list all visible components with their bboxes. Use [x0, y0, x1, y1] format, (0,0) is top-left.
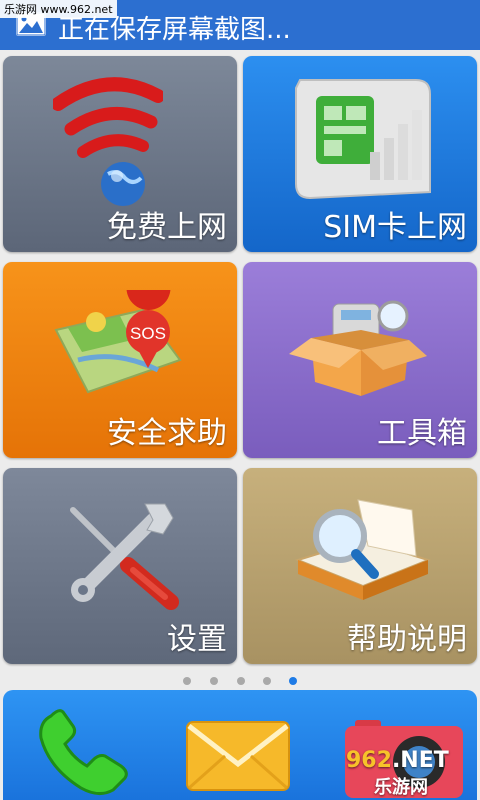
tile-label: SIM卡上网 — [323, 210, 467, 245]
page-dot[interactable] — [210, 677, 218, 685]
tile-label: 工具箱 — [377, 416, 467, 451]
svg-text:SOS: SOS — [130, 324, 166, 343]
tools-icon — [70, 503, 179, 610]
sim-card-icon — [295, 79, 431, 200]
tile-label: 安全求助 — [107, 416, 227, 451]
tile-safety-help[interactable]: SOS 安全求助 — [3, 262, 237, 458]
page-dot[interactable] — [183, 677, 191, 685]
phone-icon[interactable] — [33, 708, 133, 798]
sos-map-icon: SOS — [54, 290, 182, 394]
book-magnifier-icon — [294, 499, 432, 600]
tile-label: 帮助说明 — [347, 622, 467, 657]
tile-settings[interactable]: 设置 — [3, 468, 237, 664]
page-indicator — [0, 674, 480, 688]
watermark-logo: 962.NET 乐游网 — [346, 748, 449, 798]
tile-label: 设置 — [167, 622, 227, 657]
toolbox-icon — [289, 300, 427, 396]
tile-label: 免费上网 — [107, 210, 227, 245]
page-dot[interactable] — [237, 677, 245, 685]
tile-toolbox[interactable]: 工具箱 — [243, 262, 477, 458]
tile-sim-internet[interactable]: SIM卡上网 — [243, 56, 477, 252]
page-dot[interactable] — [263, 677, 271, 685]
tile-help[interactable]: 帮助说明 — [243, 468, 477, 664]
message-icon[interactable] — [183, 718, 293, 794]
watermark: 乐游网 www.962.net — [0, 0, 117, 18]
tile-free-internet[interactable]: 免费上网 — [3, 56, 237, 252]
page-dot-active[interactable] — [289, 677, 297, 685]
wifi-globe-icon — [53, 77, 163, 206]
